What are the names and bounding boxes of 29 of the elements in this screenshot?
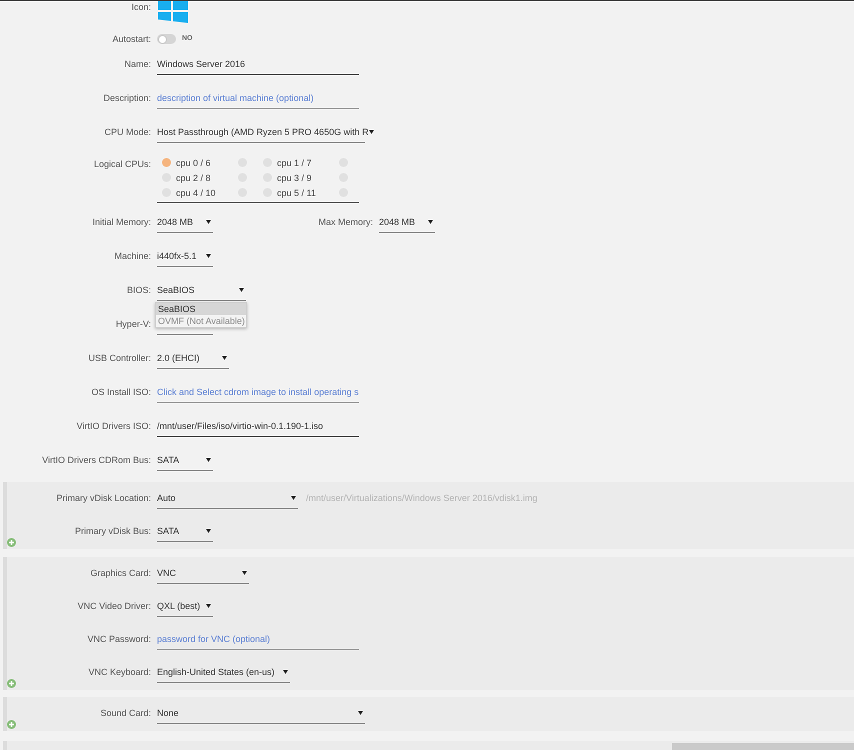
field-label: Description: [103, 92, 151, 104]
field-label: OS Install ISO: [91, 386, 151, 398]
path-text: /mnt/user/Virtualizations/Windows Server 2016/vdisk1.img [306, 492, 538, 504]
cpu-label: cpu 2 / 8 [176, 172, 211, 184]
cpu-label: cpu 1 / 7 [277, 156, 312, 168]
field-label: Icon: [131, 1, 151, 13]
field-label: Primary vDisk Bus: [74, 525, 151, 537]
field-label: Name: [124, 58, 151, 70]
field-label: Sound Card: [100, 707, 151, 719]
field-label: VNC Password: [87, 633, 151, 645]
cpu-label: cpu 3 / 9 [277, 172, 312, 184]
field-label: Graphics Card: [90, 567, 151, 579]
field-label: Max Memory: [318, 216, 373, 228]
field-label: Autostart: [112, 33, 151, 45]
field-label: Initial Memory: [92, 216, 151, 228]
field-label: USB Controller: [88, 352, 151, 364]
field-label: VirtIO Drivers CDRom Bus: [42, 454, 151, 466]
field-label: Logical CPUs: [94, 158, 151, 170]
field-label: BIOS: [126, 284, 151, 296]
field-label: VirtIO Drivers ISO: [76, 420, 151, 432]
cpu-label: cpu 0 / 6 [176, 156, 211, 168]
field-label: Hyper-V: [116, 318, 151, 330]
field-label: Primary vDisk Location: [56, 492, 151, 504]
cpu-label: cpu 5 / 11 [277, 186, 316, 198]
field-label: CPU Mode: [104, 126, 151, 138]
field-label: VNC Video Driver: [78, 600, 151, 612]
cpu-label: cpu 4 / 10 [176, 186, 216, 198]
field-label: VNC Keyboard: [88, 666, 151, 678]
field-label: Machine: [114, 250, 151, 262]
